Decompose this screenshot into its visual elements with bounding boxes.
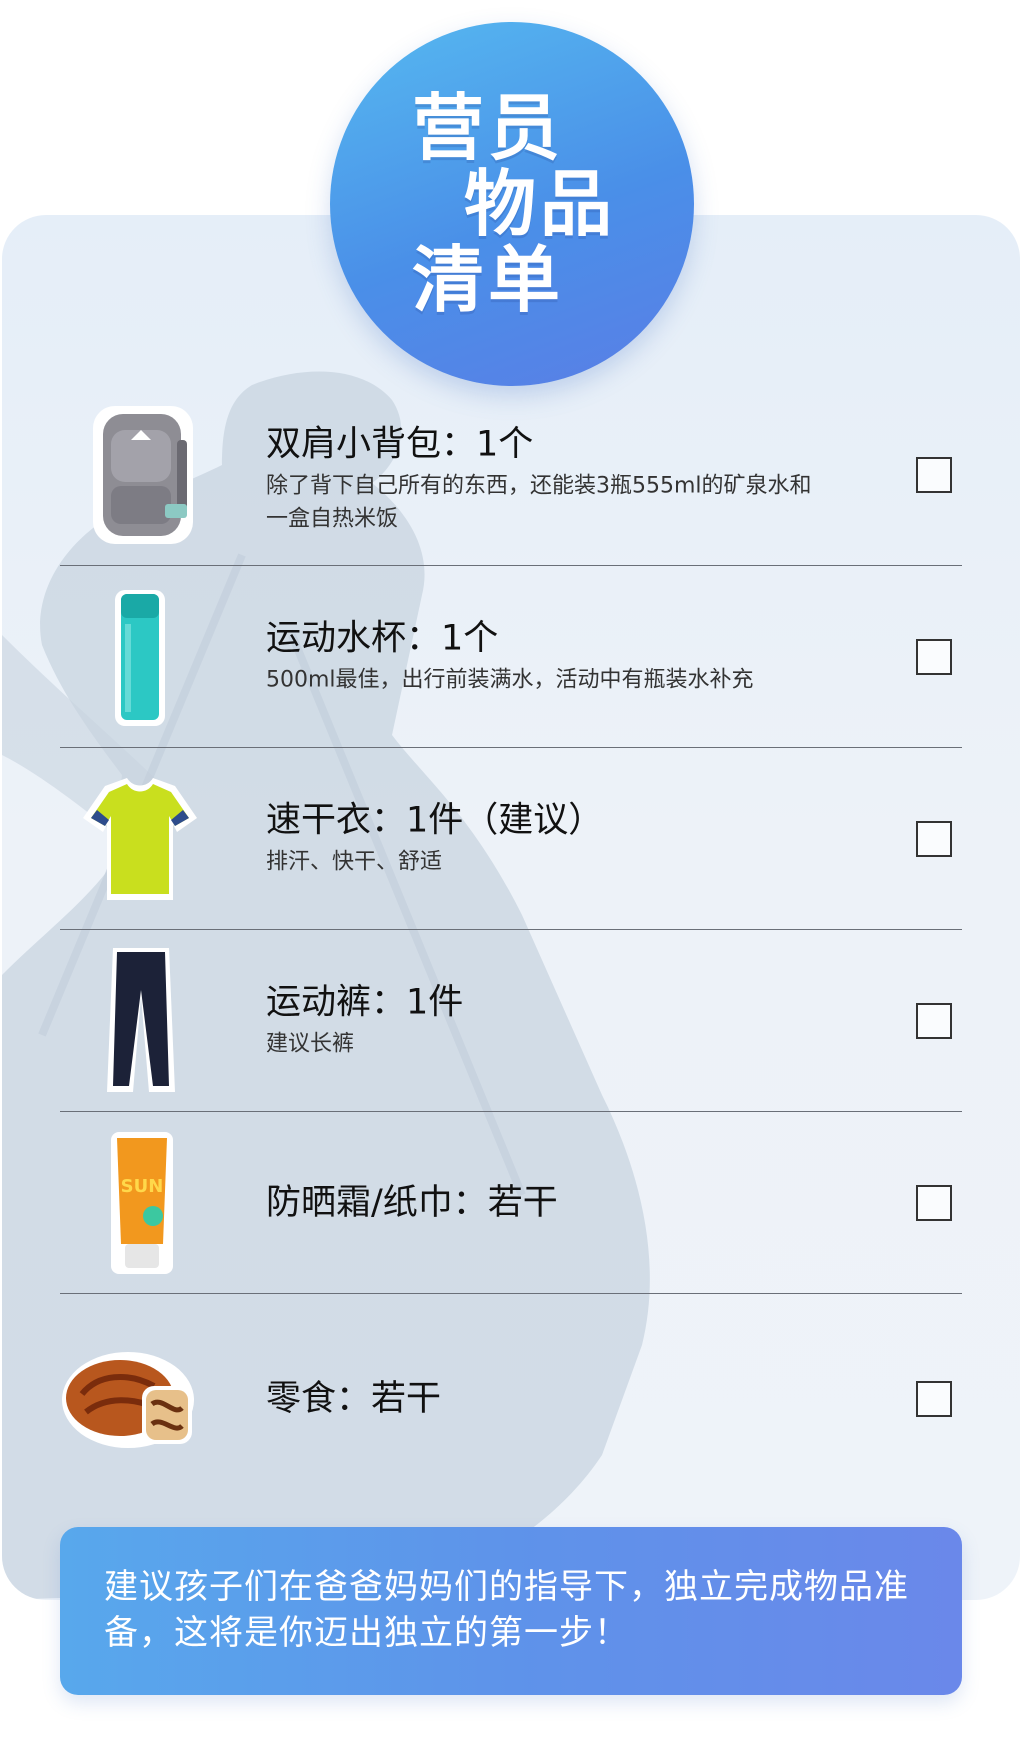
tip-banner: 建议孩子们在爸爸妈妈们的指导下，独立完成物品准备，这将是你迈出独立的第一步！ bbox=[60, 1527, 962, 1695]
item-title: 速干衣：1件（建议） bbox=[266, 800, 604, 840]
item-checkbox[interactable] bbox=[916, 1381, 952, 1417]
item-checkbox[interactable] bbox=[916, 456, 952, 493]
title-line-3: 清单 bbox=[412, 238, 565, 322]
title-badge: 营员 物品 清单 bbox=[330, 22, 694, 386]
item-title: 运动水杯：1个 bbox=[266, 618, 499, 658]
list-item-water-bottle: 运动水杯：1个 500ml最佳，出行前装满水，活动中有瓶装水补充 bbox=[60, 566, 962, 748]
item-description: 500ml最佳，出行前装满水，活动中有瓶装水补充 bbox=[266, 667, 754, 692]
item-description: 除了背下自己所有的东西，还能装3瓶555ml的矿泉水和一盒自热米饭 bbox=[266, 472, 812, 531]
title-line-1: 营员 bbox=[412, 86, 565, 170]
item-checkbox[interactable] bbox=[916, 638, 952, 675]
item-title: 运动裤：1件 bbox=[266, 982, 464, 1022]
item-description: 排汗、快干、舒适 bbox=[266, 849, 443, 874]
pants-icon bbox=[107, 947, 175, 1092]
item-checkbox[interactable] bbox=[916, 820, 952, 857]
list-item-pants: 运动裤：1件 建议长裤 bbox=[60, 930, 962, 1112]
list-item-snacks: 零食：若干 bbox=[60, 1294, 962, 1504]
item-checkbox[interactable] bbox=[916, 1002, 952, 1039]
backpack-icon bbox=[93, 405, 193, 544]
sunscreen-label: SUN bbox=[121, 1176, 164, 1197]
list-item-backpack: 双肩小背包：1个 除了背下自己所有的东西，还能装3瓶555ml的矿泉水和一盒自热… bbox=[60, 384, 962, 566]
list-item-t-shirt: 速干衣：1件（建议） 排汗、快干、舒适 bbox=[60, 748, 962, 930]
item-title: 防晒霜/纸巾：若干 bbox=[266, 1182, 558, 1223]
item-description: 建议长裤 bbox=[266, 1031, 355, 1056]
banner-text: 建议孩子们在爸爸妈妈们的指导下，独立完成物品准备，这将是你迈出独立的第一步！ bbox=[104, 1567, 909, 1653]
item-title: 双肩小背包：1个 bbox=[266, 423, 534, 464]
water-bottle-icon bbox=[115, 589, 165, 726]
title-line-2: 物品 bbox=[464, 162, 617, 246]
sunscreen-icon: SUN bbox=[111, 1131, 173, 1274]
item-list: 双肩小背包：1个 除了背下自己所有的东西，还能装3瓶555ml的矿泉水和一盒自热… bbox=[60, 384, 962, 1504]
bread-icon bbox=[62, 1352, 194, 1448]
list-item-sunscreen: SUN 防晒霜/纸巾：若干 bbox=[60, 1112, 962, 1294]
item-checkbox[interactable] bbox=[916, 1184, 952, 1221]
item-title: 零食：若干 bbox=[266, 1379, 442, 1419]
t-shirt-icon bbox=[83, 777, 197, 900]
